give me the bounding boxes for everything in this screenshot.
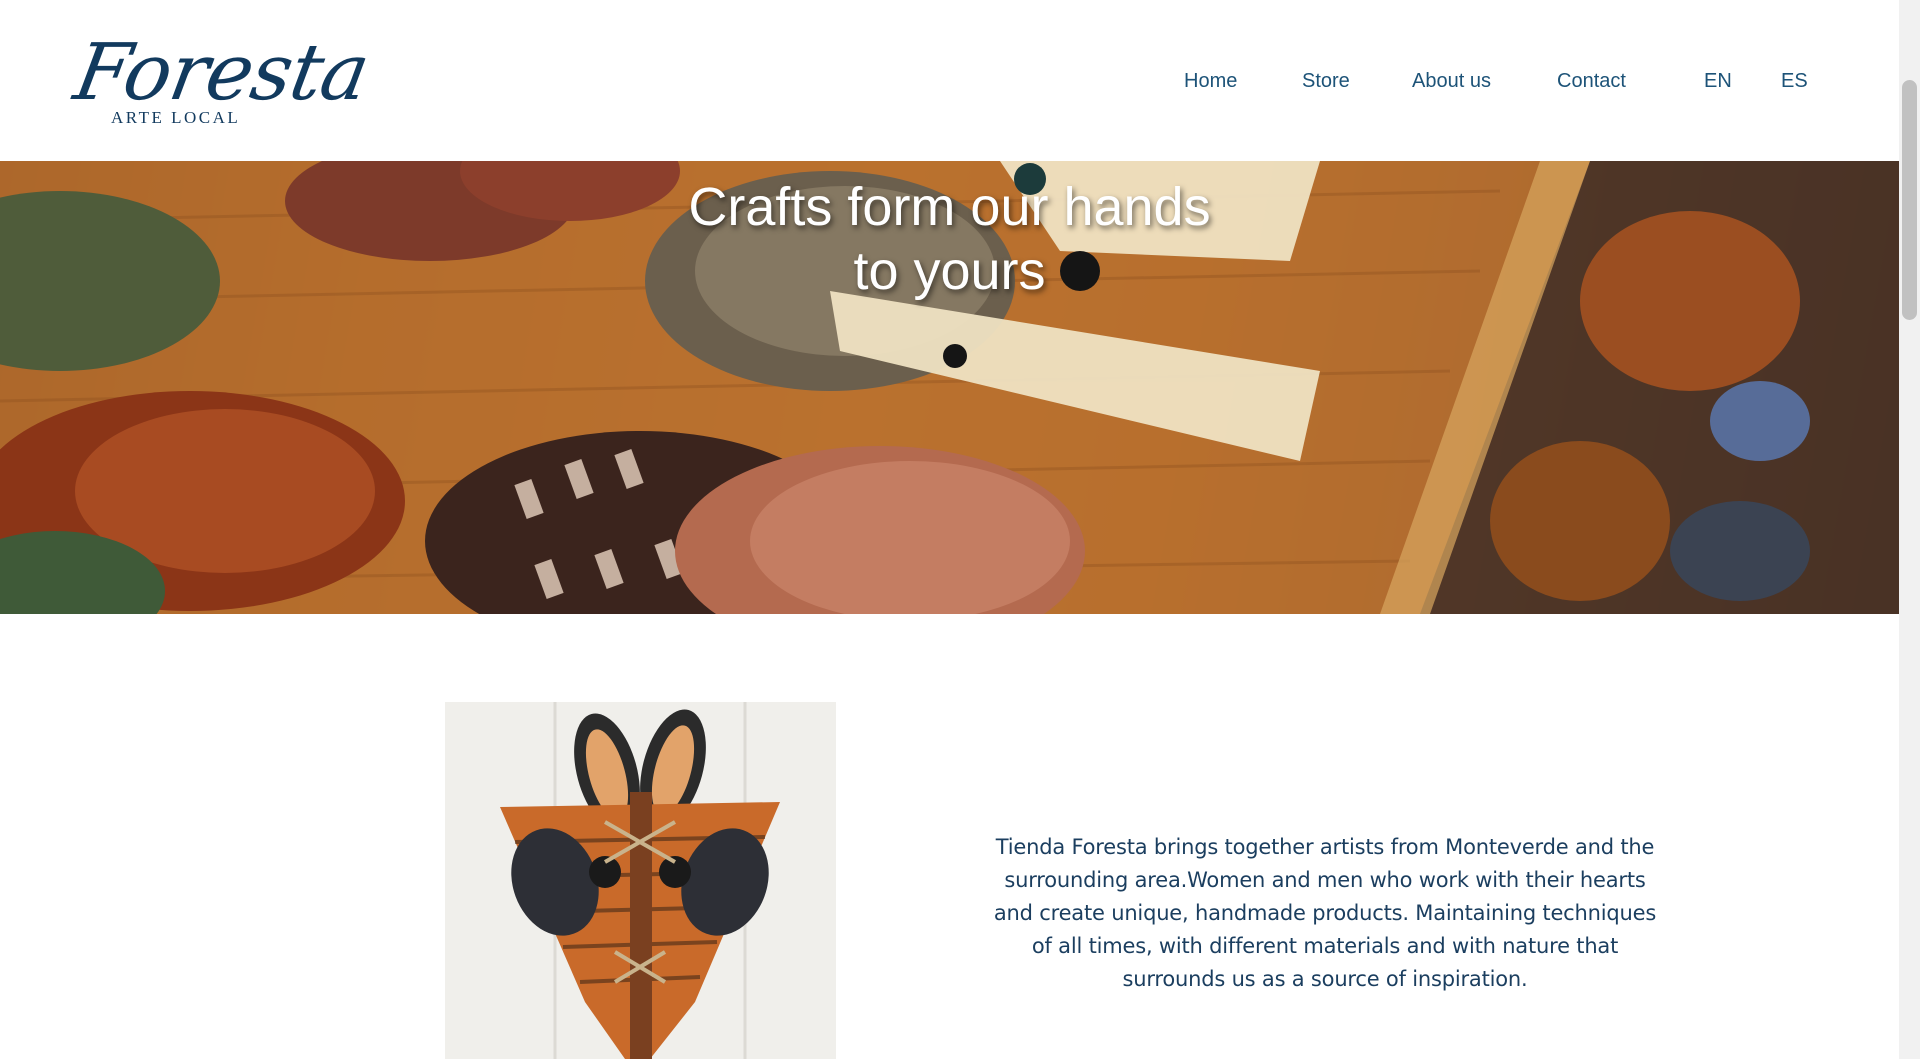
- hero-banner: Crafts form our hands to yours: [0, 161, 1899, 614]
- page-scrollbar[interactable]: [1899, 0, 1920, 1059]
- nav-about-link[interactable]: About us: [1412, 66, 1491, 96]
- intro-paragraph: Tienda Foresta brings together artists f…: [993, 835, 1657, 991]
- site-header: Foresta ARTE LOCAL Home Store About us C…: [0, 0, 1899, 161]
- main-nav: Home Store About us Contact EN ES: [1184, 66, 1808, 96]
- nav-contact-link[interactable]: Contact: [1557, 66, 1626, 96]
- mask-illustration: [445, 702, 836, 1059]
- scrollbar-thumb[interactable]: [1902, 80, 1917, 320]
- nav-home-link[interactable]: Home: [1184, 66, 1237, 96]
- lang-es-link[interactable]: ES: [1781, 66, 1808, 96]
- logo-subtitle: ARTE LOCAL: [111, 108, 241, 127]
- logo-title: Foresta: [68, 28, 376, 118]
- hero-title-line-2: to yours: [853, 241, 1046, 301]
- page: Foresta ARTE LOCAL Home Store About us C…: [0, 0, 1899, 1059]
- lang-en-link[interactable]: EN: [1704, 66, 1732, 96]
- hero-title-line-1: Crafts form our hands: [688, 177, 1211, 237]
- site-logo[interactable]: Foresta ARTE LOCAL: [68, 28, 375, 138]
- nav-store-link[interactable]: Store: [1302, 66, 1350, 96]
- featured-mask-image: [445, 702, 836, 1059]
- hero-title: Crafts form our hands to yours: [0, 175, 1899, 303]
